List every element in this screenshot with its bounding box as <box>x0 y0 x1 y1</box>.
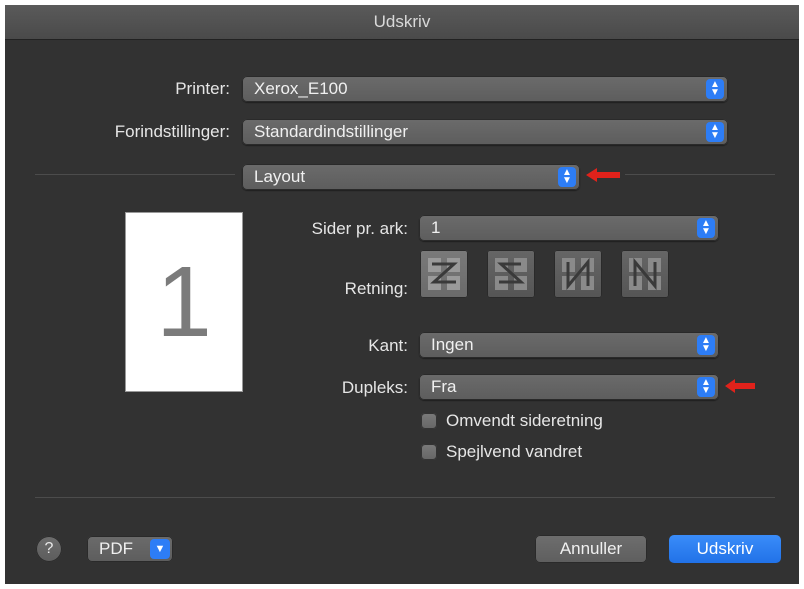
red-arrow-icon <box>586 168 620 182</box>
duplex-label: Dupleks: <box>341 378 408 397</box>
cancel-button[interactable]: Annuller <box>535 535 647 563</box>
border-select[interactable]: Ingen ▲ ▼ <box>419 332 719 358</box>
window-title: Udskriv <box>5 5 799 40</box>
layout-direction-z-button[interactable] <box>420 250 468 298</box>
flip-horizontally-checkbox[interactable] <box>421 444 437 460</box>
presets-value: Standardindstillinger <box>254 122 409 141</box>
orientation-label: Retning: <box>344 279 408 298</box>
pages-per-sheet-label: Sider pr. ark: <box>311 219 408 238</box>
presets-select[interactable]: Standardindstillinger ▲ ▼ <box>242 119 728 145</box>
printer-select[interactable]: Xerox_E100 ▲ ▼ <box>242 76 728 102</box>
updown-chevron-icon: ▲ ▼ <box>706 79 724 99</box>
separator-line <box>625 174 775 175</box>
duplex-select[interactable]: Fra ▲ ▼ <box>419 374 719 400</box>
updown-chevron-icon: ▲ ▼ <box>558 167 576 187</box>
section-value: Layout <box>254 167 306 186</box>
section-select[interactable]: Layout ▲ ▼ <box>242 164 580 190</box>
layout-direction-z-icon <box>428 258 460 290</box>
red-arrow-icon <box>725 379 755 393</box>
border-label: Kant: <box>368 336 408 355</box>
duplex-value: Fra <box>431 377 457 396</box>
page-preview: 1 <box>125 212 243 392</box>
pages-per-sheet-value: 1 <box>431 218 441 237</box>
print-dialog: Udskriv Printer: Xerox_E100 ▲ ▼ Forindsti… <box>5 5 799 584</box>
layout-direction-reverse-n-icon <box>629 257 661 291</box>
layout-direction-reverse-n-button[interactable] <box>621 250 669 298</box>
pdf-label: PDF <box>99 539 133 558</box>
pages-per-sheet-select[interactable]: 1 ▲ ▼ <box>419 215 719 241</box>
updown-chevron-icon: ▲ ▼ <box>697 218 715 238</box>
layout-direction-n-button[interactable] <box>554 250 602 298</box>
layout-direction-s-icon <box>495 258 527 290</box>
layout-direction-s-button[interactable] <box>487 250 535 298</box>
separator-line <box>35 174 235 175</box>
help-button[interactable]: ? <box>36 536 62 562</box>
separator-line <box>35 497 775 498</box>
reverse-page-order-checkbox[interactable] <box>421 413 437 429</box>
reverse-page-order-label[interactable]: Omvendt sideretning <box>446 411 603 431</box>
layout-direction-n-icon <box>562 257 594 291</box>
border-value: Ingen <box>431 335 474 354</box>
presets-label: Forindstillinger: <box>114 122 230 141</box>
printer-value: Xerox_E100 <box>254 79 348 98</box>
updown-chevron-icon: ▲ ▼ <box>706 122 724 142</box>
updown-chevron-icon: ▲ ▼ <box>697 377 715 397</box>
flip-horizontally-label[interactable]: Spejlvend vandret <box>446 442 582 462</box>
chevron-down-icon: ▼ <box>150 539 170 559</box>
pdf-menu-button[interactable]: PDF ▼ <box>87 536 173 562</box>
printer-label: Printer: <box>175 79 230 98</box>
updown-chevron-icon: ▲ ▼ <box>697 335 715 355</box>
print-button[interactable]: Udskriv <box>669 535 781 563</box>
